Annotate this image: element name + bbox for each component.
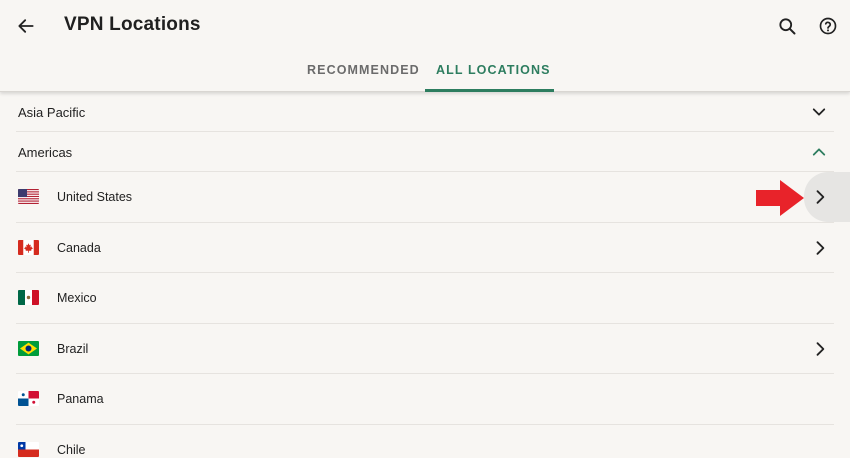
country-row-panama[interactable]: Panama (16, 374, 834, 425)
tab-all-locations[interactable]: ALL LOCATIONS (436, 63, 551, 77)
back-button[interactable] (12, 12, 40, 40)
red-arrow-annotation-icon (756, 180, 804, 216)
country-name: Mexico (57, 291, 97, 305)
chevron-down-icon (812, 108, 826, 116)
brazil-flag-icon (18, 340, 39, 356)
country-row-united-states[interactable]: United States (16, 172, 850, 223)
search-button[interactable] (773, 12, 801, 40)
chevron-right-icon[interactable] (810, 187, 830, 207)
section-asia-pacific[interactable]: Asia Pacific (16, 92, 834, 132)
country-name: Brazil (57, 341, 89, 356)
country-row-chile[interactable]: Chile (16, 425, 834, 458)
app-bar: VPN Locations RECOMMENDED ALL LOCATIONS (0, 0, 850, 92)
arrow-left-icon (18, 19, 34, 33)
location-list[interactable]: Asia Pacific Americas United States Cana… (0, 92, 850, 458)
country-row-mexico[interactable]: Mexico (16, 273, 834, 324)
country-name: Panama (57, 392, 104, 406)
chile-flag-icon (18, 441, 39, 457)
search-icon (779, 18, 796, 35)
section-label: Asia Pacific (18, 105, 86, 120)
canada-flag-icon (18, 239, 39, 255)
section-label: Americas (18, 145, 73, 160)
chevron-up-icon (812, 148, 826, 156)
mexico-flag-icon (18, 290, 39, 305)
us-flag-icon (18, 189, 39, 204)
section-americas[interactable]: Americas (16, 132, 834, 172)
chevron-right-icon[interactable] (810, 238, 830, 258)
country-name: Canada (57, 240, 101, 255)
tab-recommended[interactable]: RECOMMENDED (307, 63, 420, 77)
country-row-canada[interactable]: Canada (16, 223, 834, 273)
help-circle-icon (819, 17, 837, 35)
panama-flag-icon (18, 391, 39, 406)
country-name: United States (57, 190, 133, 204)
country-row-brazil[interactable]: Brazil (16, 324, 834, 374)
active-tab-indicator (425, 89, 554, 92)
country-name: Chile (57, 442, 86, 457)
chevron-right-icon[interactable] (810, 339, 830, 359)
help-button[interactable] (814, 12, 842, 40)
page-title: VPN Locations (64, 14, 201, 35)
